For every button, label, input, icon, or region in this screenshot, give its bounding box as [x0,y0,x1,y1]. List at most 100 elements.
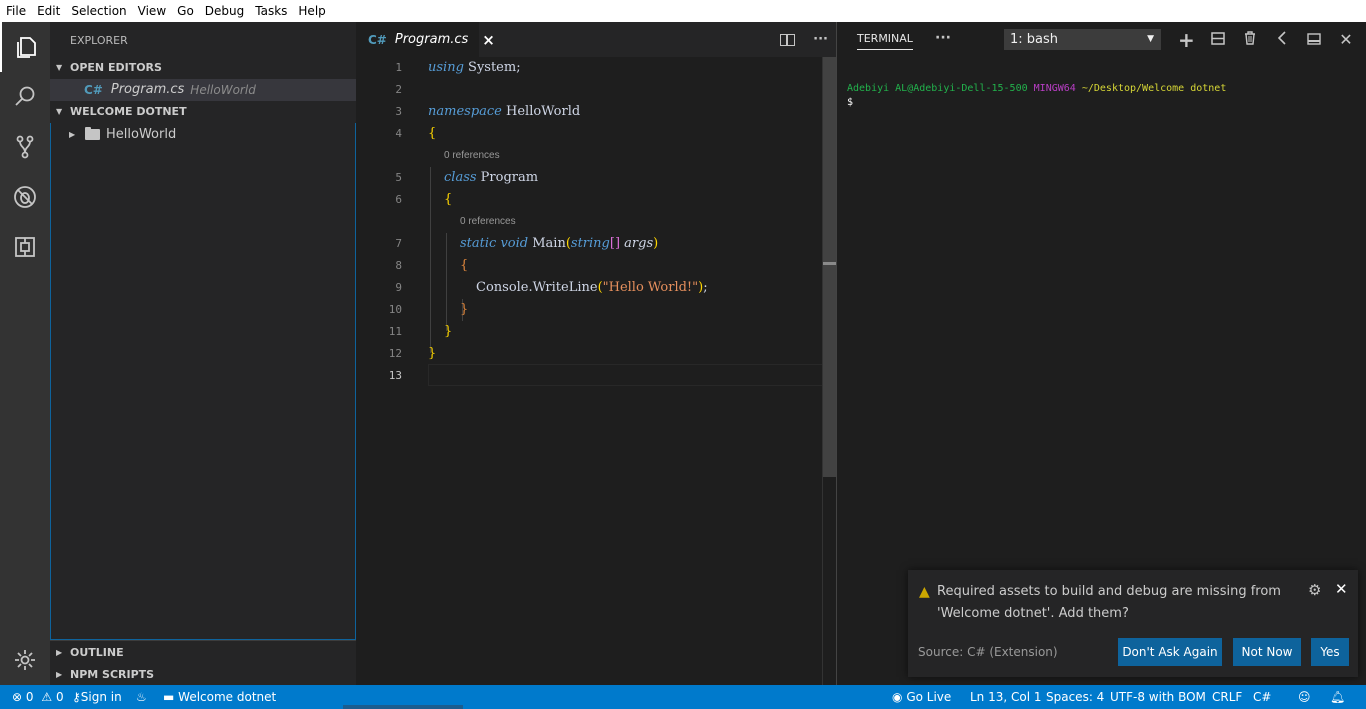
current-line-highlight [428,364,836,386]
source-control-icon[interactable] [0,122,50,172]
tab-program-cs[interactable]: C# Program.cs × [356,22,495,57]
code-line: } [428,346,437,361]
codelens-references[interactable]: 0 references [444,145,500,167]
close-icon[interactable]: × [482,31,495,49]
chevron-left-icon[interactable] [1274,30,1290,49]
editor-group: C# Program.cs × ··· 1 2 3 4 5 6 7 8 9 10… [356,22,837,685]
close-icon[interactable]: ✕ [1338,30,1354,49]
maximize-panel-icon[interactable] [1306,30,1322,49]
indent-guide [430,167,431,353]
npm-scripts-header[interactable]: ▶ NPM SCRIPTS [50,664,356,686]
more-actions-icon[interactable]: ··· [935,30,951,46]
menu-debug[interactable]: Debug [199,0,249,22]
terminal-actions: + ✕ [1178,22,1354,57]
debug-icon[interactable] [0,172,50,222]
cursor-position[interactable]: Ln 13, Col 1 [970,685,1042,709]
keyword: string [570,236,610,251]
chevron-right-icon: ▶ [56,670,63,679]
dont-ask-again-button[interactable]: Don't Ask Again [1118,638,1222,666]
tree-folder-helloworld[interactable]: ▶ HelloWorld [51,123,355,145]
code-line: { [444,192,453,207]
line-number: 10 [388,303,402,316]
problems-indicator[interactable]: ⊗ 0 ⚠ 0 [12,685,64,709]
code-line: namespace HelloWorld [428,101,580,123]
open-editors-label: OPEN EDITORS [70,61,162,74]
workspace-label: WELCOME DOTNET [70,105,187,118]
gear-icon[interactable]: ⚙ [1308,581,1321,599]
menu-tasks[interactable]: Tasks [249,0,292,22]
menu-go[interactable]: Go [171,0,199,22]
warning-count: 0 [55,690,64,704]
outline-label: OUTLINE [70,646,124,659]
folder-label: Welcome dotnet [178,690,277,704]
keyword: class [444,170,477,185]
broadcast-icon: ◉ [892,690,903,704]
line-number: 1 [395,61,402,74]
scrollbar-thumb[interactable] [823,57,836,477]
code-area[interactable]: 1 2 3 4 5 6 7 8 9 10 11 12 13 using Syst… [356,57,836,685]
indentation[interactable]: Spaces: 4 [1046,685,1104,709]
split-editor-icon[interactable] [780,33,796,46]
line-number: 3 [395,105,402,118]
go-live-label: Go Live [906,690,952,704]
extensions-icon[interactable] [0,222,50,272]
sign-in-label: Sign in [80,690,122,704]
chevron-down-icon: ▼ [1147,34,1154,44]
workspace-header[interactable]: ▼ WELCOME DOTNET [50,101,356,123]
statusbar-remote-indicator [343,705,463,709]
lock-icon: ⚷ [72,690,81,704]
notification-toast: ▲ Required assets to build and debug are… [908,570,1358,677]
folder-indicator[interactable]: ▬ Welcome dotnet [163,685,276,709]
error-count: 0 [25,690,34,704]
flame-icon[interactable]: ♨ [136,685,147,709]
tree-folder-label: HelloWorld [106,126,177,142]
sidebar-title: EXPLORER [70,34,128,47]
go-live-button[interactable]: ◉ Go Live [892,685,951,709]
more-actions-icon[interactable]: ··· [813,32,828,47]
sign-in-item[interactable]: ⚷Sign in [72,685,122,709]
keyword: static void [460,236,529,251]
codelens-references[interactable]: 0 references [460,211,516,233]
menu-selection[interactable]: Selection [65,0,131,22]
menu-help[interactable]: Help [292,0,330,22]
line-number: 2 [395,83,402,96]
open-editors-header[interactable]: ▼ OPEN EDITORS [50,57,356,79]
outline-header[interactable]: ▶ OUTLINE [50,642,356,664]
encoding[interactable]: UTF-8 with BOM [1110,685,1206,709]
feedback-smiley-icon[interactable]: ☺ [1298,685,1311,709]
settings-gear-icon[interactable] [0,635,50,685]
line-number: 11 [388,325,402,338]
explorer-icon[interactable] [0,22,50,72]
trash-icon[interactable] [1242,30,1258,49]
editor-scrollbar[interactable] [822,57,836,685]
chevron-right-icon: ▶ [56,648,63,657]
line-number: 13 [388,369,402,382]
new-terminal-icon[interactable]: + [1178,28,1195,52]
not-now-button[interactable]: Not Now [1233,638,1301,666]
line-number: 8 [395,259,402,272]
menu-edit[interactable]: Edit [31,0,65,22]
close-icon[interactable]: ✕ [1335,580,1348,598]
line-ending[interactable]: CRLF [1212,685,1242,709]
code-text: Program [476,170,539,185]
open-editor-item[interactable]: C# Program.cs HelloWorld [50,79,356,101]
tab-terminal[interactable]: TERMINAL [857,32,913,50]
code-line: { [460,258,469,273]
code-text: System; [463,60,521,75]
terminal-shell-select[interactable]: 1: bash ▼ [1004,29,1161,50]
code-line: using System; [428,57,521,79]
terminal-output[interactable]: Adebiyi AL@Adebiyi-Dell-15-500 MINGW64 ~… [847,82,1226,110]
menu-file[interactable]: File [0,0,31,22]
notifications-bell-icon[interactable]: 🔔︎ [1330,685,1345,709]
open-editor-filename: Program.cs [110,82,185,97]
line-number: 5 [395,171,402,184]
line-number: 7 [395,237,402,250]
prompt-user: Adebiyi AL@Adebiyi-Dell-15-500 [847,83,1028,94]
search-icon[interactable] [0,72,50,122]
split-terminal-icon[interactable] [1210,30,1226,49]
explorer-sidebar: EXPLORER ▼ OPEN EDITORS C# Program.cs He… [50,22,356,685]
editor-tabs: C# Program.cs × ··· [356,22,836,57]
menu-view[interactable]: View [132,0,171,22]
language-mode[interactable]: C# [1253,685,1271,709]
yes-button[interactable]: Yes [1311,638,1349,666]
